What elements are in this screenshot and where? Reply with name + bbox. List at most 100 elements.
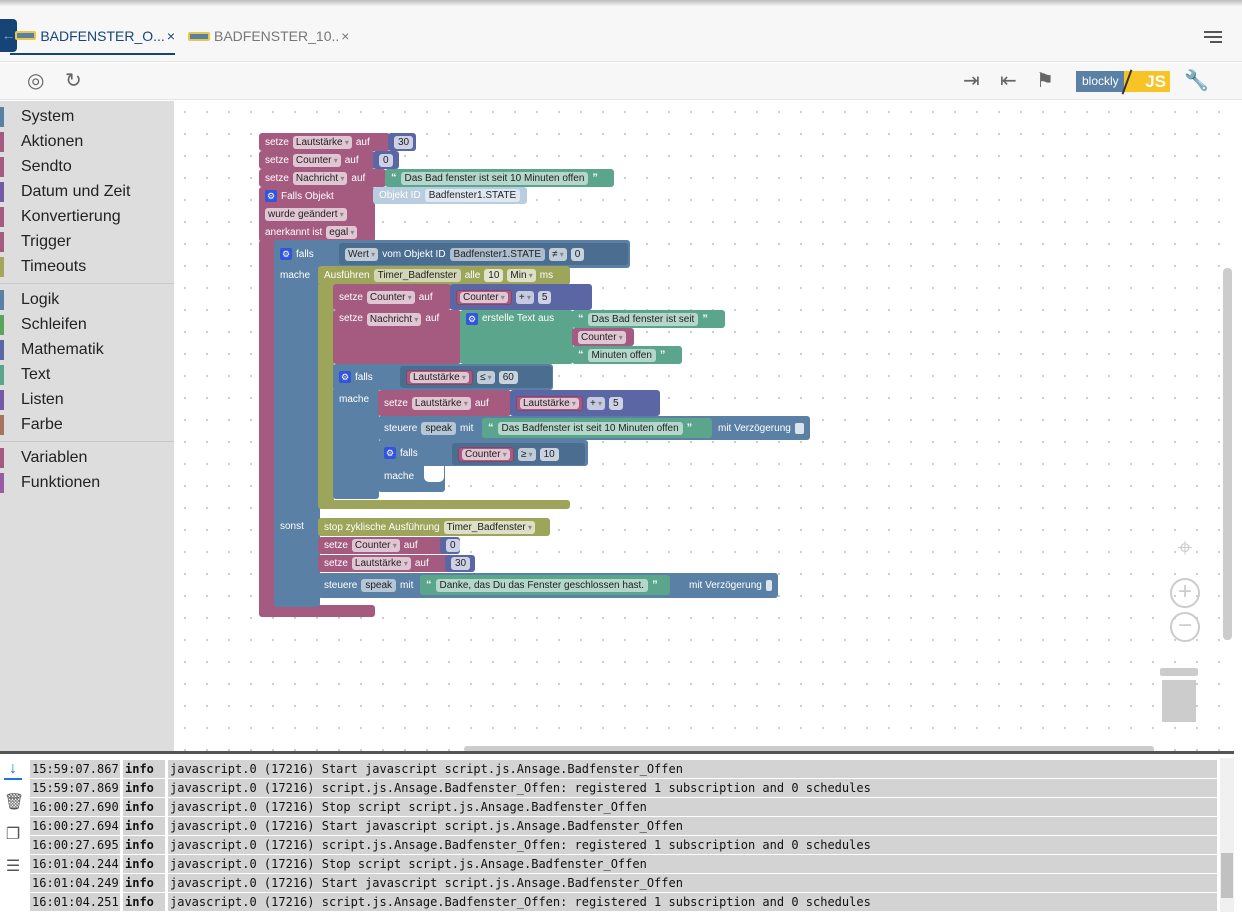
refresh-icon[interactable]: ↻ [65, 69, 82, 93]
number-field[interactable]: 30 [394, 135, 414, 149]
dropdown-field[interactable]: Counter [351, 539, 400, 552]
block-b3[interactable]: setzeNachrichtauf [259, 169, 386, 187]
dropdown-field[interactable]: Lautstärke [411, 396, 471, 410]
block-b14[interactable]: setzeCounterauf [318, 537, 458, 554]
block-b16t[interactable]: “Danke, das Du das Fenster geschlossen h… [420, 575, 670, 595]
close-tab-icon[interactable]: × [167, 28, 175, 44]
sidebar-item-funktionen[interactable]: Funktionen [0, 471, 174, 495]
sidebar-item-trigger[interactable]: Trigger [0, 230, 174, 254]
dropdown-field[interactable]: Lautstärke [292, 135, 352, 149]
number-field[interactable]: 0 [379, 153, 393, 167]
text-field[interactable]: speak [421, 421, 457, 435]
block-b5left[interactable] [274, 262, 320, 607]
block-b15v[interactable]: 30 [445, 555, 475, 572]
number-field[interactable]: 5 [609, 396, 623, 410]
dropdown-field[interactable]: Counter [366, 290, 415, 304]
clear-log-icon[interactable]: 🗑 [4, 792, 24, 812]
checkbox[interactable] [765, 580, 772, 591]
text-field[interactable]: Badfenster1.STATE [449, 247, 545, 261]
dropdown-field[interactable]: ≤ [476, 370, 495, 384]
locate-target-icon[interactable]: ◎ [27, 69, 44, 93]
block-b4left[interactable] [259, 240, 275, 610]
block-b10v[interactable]: Lautstärke +5 [510, 390, 660, 416]
number-field[interactable]: 10 [539, 447, 559, 461]
close-tab-icon[interactable]: × [341, 28, 349, 44]
block-b8s3[interactable]: “Minuten offen” [572, 346, 682, 364]
text-field[interactable]: Timer_Badfenster [373, 269, 461, 282]
block-b2[interactable]: setzeCounterauf [259, 151, 375, 169]
blockly-workspace[interactable]: ⌖ + − setzeLautstärkeauf 30 setzeCounterau… [174, 101, 1234, 751]
zoom-out-icon[interactable]: − [1170, 612, 1200, 642]
dropdown-field[interactable]: Counter [578, 330, 626, 344]
number-field[interactable]: 60 [498, 370, 518, 384]
block-b12cond[interactable]: Counter ≥10 [452, 443, 585, 465]
block-b14v[interactable]: 0 [440, 537, 460, 554]
block-b6[interactable]: AusführenTimer_Badfensteralle10Minms [318, 266, 570, 285]
import-icon[interactable]: ⇤ [1000, 69, 1017, 93]
sidebar-item-datum-und-zeit[interactable]: Datum und Zeit [0, 180, 174, 204]
block-b10[interactable]: setzeLautstärkeauf [378, 390, 511, 416]
wrench-icon[interactable]: 🔧 [1184, 69, 1209, 93]
dropdown-field[interactable]: egal [326, 225, 358, 239]
scroll-to-bottom-icon[interactable]: ↓ [4, 760, 22, 780]
text-field[interactable]: speak [361, 579, 397, 592]
menu-icon[interactable] [1204, 28, 1222, 43]
block-b5m[interactable]: mache [274, 266, 320, 284]
workspace-vertical-scrollbar[interactable] [1223, 268, 1232, 640]
text-field[interactable]: Das Bad fenster ist seit [587, 312, 699, 326]
sidebar-item-system[interactable]: System [0, 105, 174, 129]
block-b4obj[interactable]: Objekt ID Badfenster1.STATE [373, 187, 527, 204]
sidebar-item-listen[interactable]: Listen [0, 388, 174, 412]
center-workspace-icon[interactable]: ⌖ [1170, 534, 1200, 565]
block-b5cond[interactable]: Wertvom Objekt IDBadfenster1.STATE ≠0 [339, 243, 628, 265]
zoom-in-icon[interactable]: + [1170, 578, 1200, 608]
sidebar-item-text[interactable]: Text [0, 363, 174, 387]
sidebar-item-variablen[interactable]: Variablen [0, 446, 174, 470]
block-b4c[interactable]: anerkannt ist egal [259, 223, 375, 241]
block-b4b[interactable]: wurde geändert [259, 205, 375, 223]
number-field[interactable]: 10 [484, 269, 504, 282]
block-b7[interactable]: setzeCounterauf [333, 284, 451, 310]
text-field[interactable]: Das Bad fenster ist seit 10 Minuten offe… [400, 171, 589, 185]
tab-badfenster-offen[interactable]: BADFENSTER_O... × [10, 18, 175, 55]
block-b8[interactable]: setzeNachrichtauf [333, 310, 461, 364]
variable-dropdown[interactable]: Lautstärke [410, 371, 469, 383]
block-b6bot[interactable] [318, 500, 570, 509]
block-b2v[interactable]: 0 [373, 151, 399, 169]
dropdown-field[interactable]: Timer_Badfenster [443, 520, 535, 534]
variable-dropdown[interactable]: Lautstärke [520, 397, 579, 409]
block-b11m[interactable]: mit Verzögerung [712, 416, 810, 440]
block-b5s[interactable]: sonst [274, 517, 320, 535]
tab-badfenster-10[interactable]: BADFENSTER_10.. × [188, 18, 349, 54]
sidebar-item-farbe[interactable]: Farbe [0, 413, 174, 437]
dropdown-field[interactable]: Lautstärke [351, 557, 411, 570]
dropdown-field[interactable]: Counter [292, 153, 341, 167]
copy-icon[interactable]: ❐ [4, 824, 22, 844]
block-b9cond[interactable]: Lautstärke ≤60 [400, 366, 552, 388]
text-field[interactable]: Danke, das Du das Fenster geschlossen ha… [435, 578, 649, 592]
sidebar-item-mathematik[interactable]: Mathematik [0, 338, 174, 362]
checkered-flag-icon[interactable]: ⚑ [1036, 69, 1054, 93]
export-icon[interactable]: ⇥ [963, 69, 980, 93]
sidebar-item-konvertierung[interactable]: Konvertierung [0, 205, 174, 229]
dropdown-field[interactable]: ≠ [549, 247, 567, 261]
trash-icon[interactable] [1160, 668, 1198, 724]
block-b8s2[interactable]: Counter [572, 328, 634, 346]
dropdown-field[interactable]: Wert [345, 247, 379, 261]
block-b16m[interactable]: mit Verzögerung [683, 573, 778, 598]
checkbox[interactable] [794, 422, 804, 434]
sidebar-item-logik[interactable]: Logik [0, 288, 174, 312]
block-b8v[interactable]: ⚙ erstelle Text aus [460, 310, 573, 364]
sidebar-item-aktionen[interactable]: Aktionen [0, 130, 174, 154]
text-field[interactable]: Badfenster1.STATE [424, 189, 521, 202]
dropdown-field[interactable]: Nachricht [366, 313, 422, 326]
text-field[interactable]: Das Badfenster ist seit 10 Minuten offen [497, 421, 683, 435]
dropdown-field[interactable]: Nachricht [292, 171, 348, 185]
dropdown-field[interactable]: ≥ [517, 447, 536, 461]
number-field[interactable]: 0 [570, 247, 585, 261]
number-field[interactable]: 30 [451, 557, 471, 570]
toggle-details-icon[interactable]: ☰ [4, 856, 22, 876]
block-b1[interactable]: setzeLautstärkeauf [259, 133, 390, 151]
block-b13[interactable]: stop zyklische Ausführung Timer_Badfenste… [318, 518, 550, 536]
number-field[interactable]: 0 [446, 539, 460, 552]
